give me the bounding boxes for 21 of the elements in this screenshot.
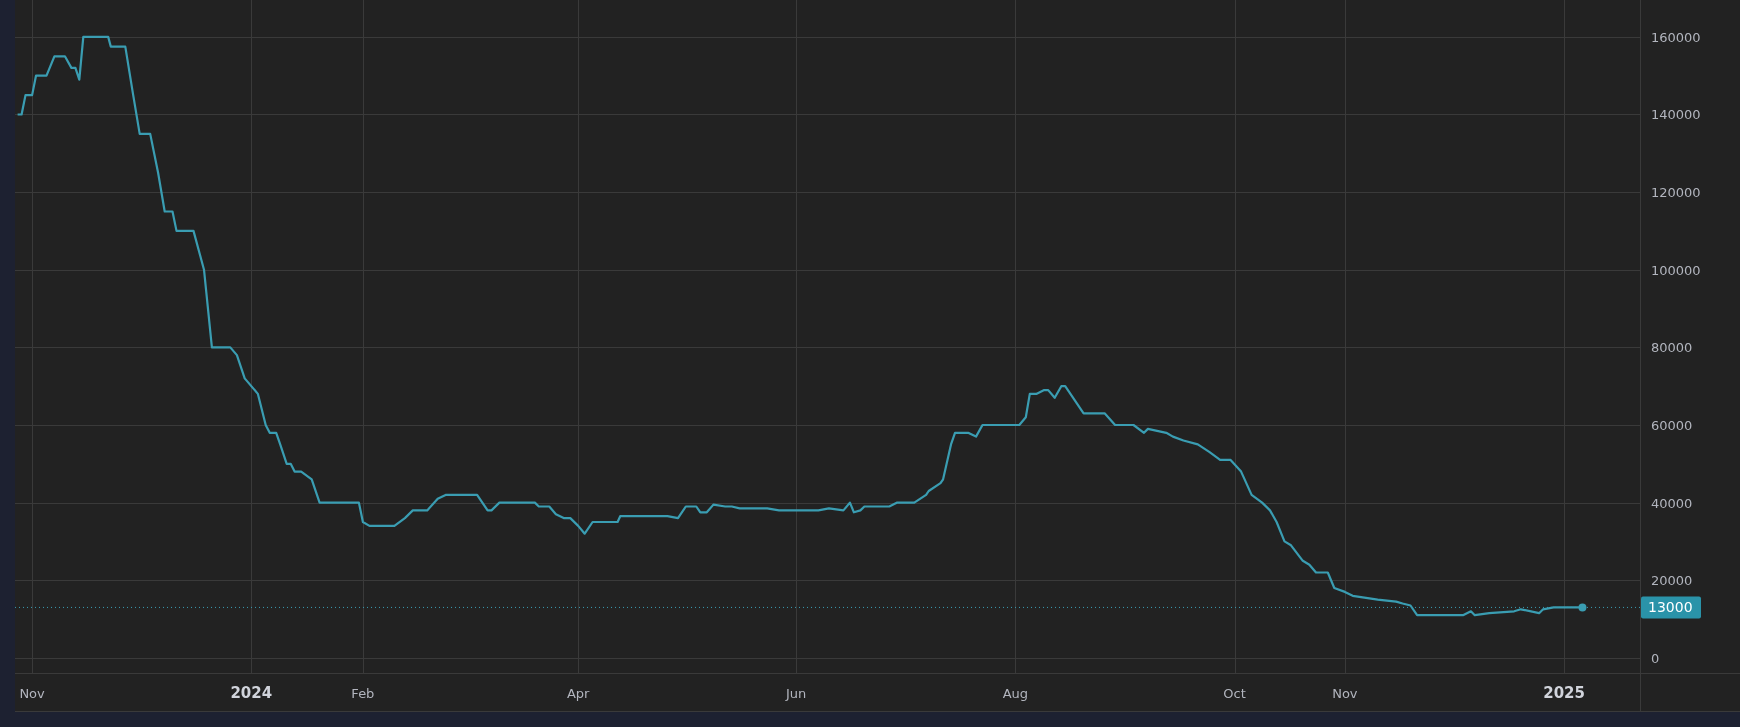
ref-line-label: 13000: [1648, 599, 1693, 616]
y-axis-label: 80000: [1651, 340, 1693, 356]
price-label: 13000: [1641, 596, 1701, 619]
y-axis-label: 120000: [1651, 185, 1701, 201]
x-axis-label: Jun: [785, 686, 807, 701]
y-axis-label: 160000: [1651, 29, 1701, 45]
y-axis-label: 60000: [1651, 418, 1693, 433]
x-axis-label: Feb: [351, 686, 375, 701]
y-axis-label: 0: [1651, 650, 1660, 666]
x-axis-label: Apr: [566, 686, 590, 701]
y-axis-label: 100000: [1651, 262, 1701, 278]
y-axis-label: 40000: [1651, 495, 1693, 511]
x-axis-label: 2024: [230, 684, 273, 702]
x-axis-label: Nov: [1332, 686, 1358, 701]
y-axis-label: 20000: [1651, 573, 1693, 589]
x-axis-label: Oct: [1223, 686, 1246, 701]
last-point-marker: [1578, 603, 1587, 612]
x-axis-label: Nov: [19, 686, 45, 701]
x-axis-label: Aug: [1002, 686, 1029, 701]
x-axis-label: 2025: [1543, 684, 1585, 702]
y-axis-label: 140000: [1651, 107, 1701, 123]
